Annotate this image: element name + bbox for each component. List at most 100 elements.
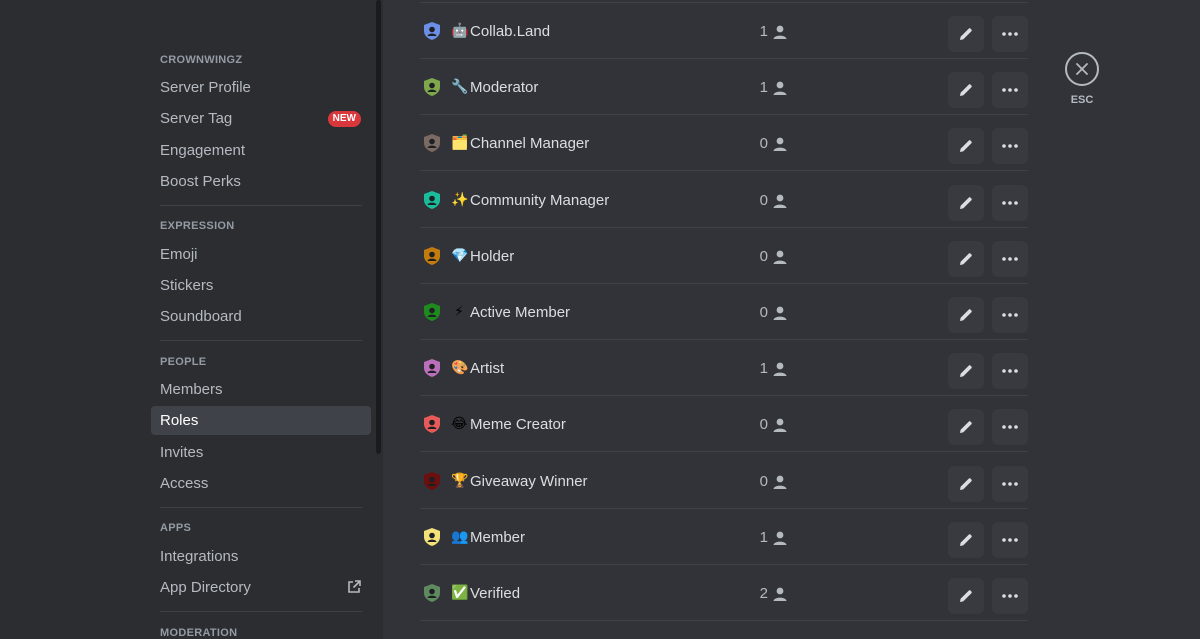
role-shield-icon — [422, 21, 442, 41]
ellipsis-icon — [1002, 200, 1018, 205]
member-count: 0 — [759, 247, 768, 265]
more-options-button[interactable] — [992, 578, 1028, 614]
sidebar-item-label: Members — [160, 381, 223, 398]
close-settings[interactable]: ESC — [1065, 52, 1099, 106]
role-shield-icon — [422, 527, 442, 547]
more-options-button[interactable] — [992, 297, 1028, 333]
pencil-icon — [960, 84, 972, 97]
sidebar-item-integrations[interactable]: Integrations — [151, 542, 371, 571]
role-shield-icon — [422, 133, 442, 153]
more-options-button[interactable] — [992, 240, 1028, 277]
edit-role-button[interactable] — [948, 409, 984, 446]
member-count: 0 — [759, 416, 768, 434]
role-shield-icon — [422, 583, 442, 603]
role-row[interactable]: 🗂️ Channel Manager 0 — [420, 115, 1028, 172]
more-options-button[interactable] — [992, 353, 1028, 390]
sidebar-item-label: Soundboard — [160, 308, 242, 325]
role-row[interactable]: 🤖 Collab.Land 1 — [420, 3, 1028, 59]
edit-role-button[interactable] — [948, 353, 984, 390]
sidebar-item-label: Stickers — [160, 277, 214, 294]
pencil-icon — [960, 28, 972, 40]
sidebar-item-engagement[interactable]: Engagement — [151, 136, 371, 165]
edit-role-button[interactable] — [948, 184, 984, 221]
settings-sidebar: CROWNWINGZ Server Profile Server Tag NEW … — [0, 0, 383, 639]
section-header-moderation: MODERATION — [160, 627, 238, 639]
sidebar-item-label: Integrations — [160, 548, 239, 565]
sidebar-item-invites[interactable]: Invites — [151, 438, 371, 467]
role-emoji: 🗂️ — [451, 134, 469, 151]
external-link-icon — [347, 580, 361, 598]
close-icon — [1076, 63, 1088, 75]
role-name: Channel Manager — [470, 135, 590, 153]
edit-role-button[interactable] — [948, 297, 984, 333]
role-emoji: ✅ — [451, 584, 469, 600]
ellipsis-icon — [1002, 369, 1018, 373]
edit-role-button[interactable] — [948, 240, 984, 277]
role-shield-icon — [422, 246, 442, 266]
sidebar-item-server-profile[interactable]: Server Profile — [151, 73, 371, 102]
person-icon — [772, 361, 788, 382]
role-row[interactable]: 🏆 Giveaway Winner 0 — [420, 453, 1028, 509]
more-options-button[interactable] — [992, 409, 1028, 446]
sidebar-item-server-tag[interactable]: Server Tag NEW — [151, 104, 371, 133]
ellipsis-icon — [1002, 32, 1018, 36]
edit-role-button[interactable] — [948, 521, 984, 558]
person-icon — [772, 417, 788, 438]
sidebar-item-members[interactable]: Members — [151, 375, 371, 404]
edit-role-button[interactable] — [948, 128, 984, 165]
sidebar-item-boost-perks[interactable]: Boost Perks — [151, 167, 371, 196]
role-name: Member — [470, 528, 526, 546]
role-row[interactable]: 🔧 Moderator 1 — [420, 59, 1028, 116]
more-options-button[interactable] — [992, 128, 1028, 165]
nav-divider — [160, 611, 362, 612]
edit-role-button[interactable] — [948, 465, 984, 502]
member-count: 2 — [759, 585, 768, 602]
role-emoji: 👥 — [451, 527, 469, 544]
sidebar-item-soundboard[interactable]: Soundboard — [151, 302, 371, 331]
close-button[interactable] — [1065, 52, 1099, 86]
more-options-button[interactable] — [992, 184, 1028, 221]
role-row[interactable]: ✨ Community Manager 0 — [420, 172, 1028, 228]
sidebar-item-label: Server Tag — [160, 110, 233, 127]
sidebar-item-stickers[interactable]: Stickers — [151, 271, 371, 300]
nav-divider — [160, 205, 362, 206]
pencil-icon — [960, 253, 972, 265]
role-row[interactable]: 🎨 Artist 1 — [420, 340, 1028, 397]
sidebar-item-label: Emoji — [160, 246, 198, 263]
more-options-button[interactable] — [992, 72, 1028, 109]
more-options-button[interactable] — [992, 521, 1028, 558]
edit-role-button[interactable] — [948, 72, 984, 109]
pencil-icon — [960, 534, 972, 546]
role-row[interactable]: 👥 Member 1 — [420, 509, 1028, 565]
role-row[interactable]: ✅ Verified 2 — [420, 565, 1028, 621]
sidebar-item-label: App Directory — [160, 579, 251, 596]
sidebar-item-app-directory[interactable]: App Directory — [151, 573, 371, 602]
member-count: 0 — [759, 472, 768, 490]
person-icon — [772, 136, 788, 157]
role-shield-icon — [422, 190, 442, 210]
more-options-button[interactable] — [992, 16, 1028, 52]
role-emoji: 😂 — [451, 415, 468, 432]
person-icon — [772, 80, 788, 101]
sidebar-item-emoji[interactable]: Emoji — [151, 240, 371, 269]
role-row[interactable]: 💎 Holder 0 — [420, 228, 1028, 284]
sidebar-scrollbar[interactable] — [376, 0, 381, 454]
pencil-icon — [960, 196, 972, 209]
role-row[interactable]: 😂 Meme Creator 0 — [420, 396, 1028, 453]
person-icon — [772, 249, 788, 270]
role-shield-icon — [422, 471, 442, 491]
edit-role-button[interactable] — [948, 578, 984, 614]
sidebar-item-label: Roles — [160, 412, 199, 429]
ellipsis-icon — [1002, 256, 1018, 261]
sidebar-item-label: Invites — [160, 444, 204, 461]
sidebar-item-roles[interactable]: Roles — [151, 406, 371, 435]
more-options-button[interactable] — [992, 465, 1028, 502]
role-row[interactable]: ⚡ Active Member 0 — [420, 284, 1028, 340]
role-name: Active Member — [470, 304, 571, 321]
sidebar-item-access[interactable]: Access — [151, 469, 371, 498]
section-header-apps: APPS — [160, 522, 192, 534]
member-count: 0 — [759, 191, 768, 209]
ellipsis-icon — [1002, 481, 1018, 486]
sidebar-item-label: Access — [160, 475, 209, 492]
edit-role-button[interactable] — [948, 16, 984, 52]
